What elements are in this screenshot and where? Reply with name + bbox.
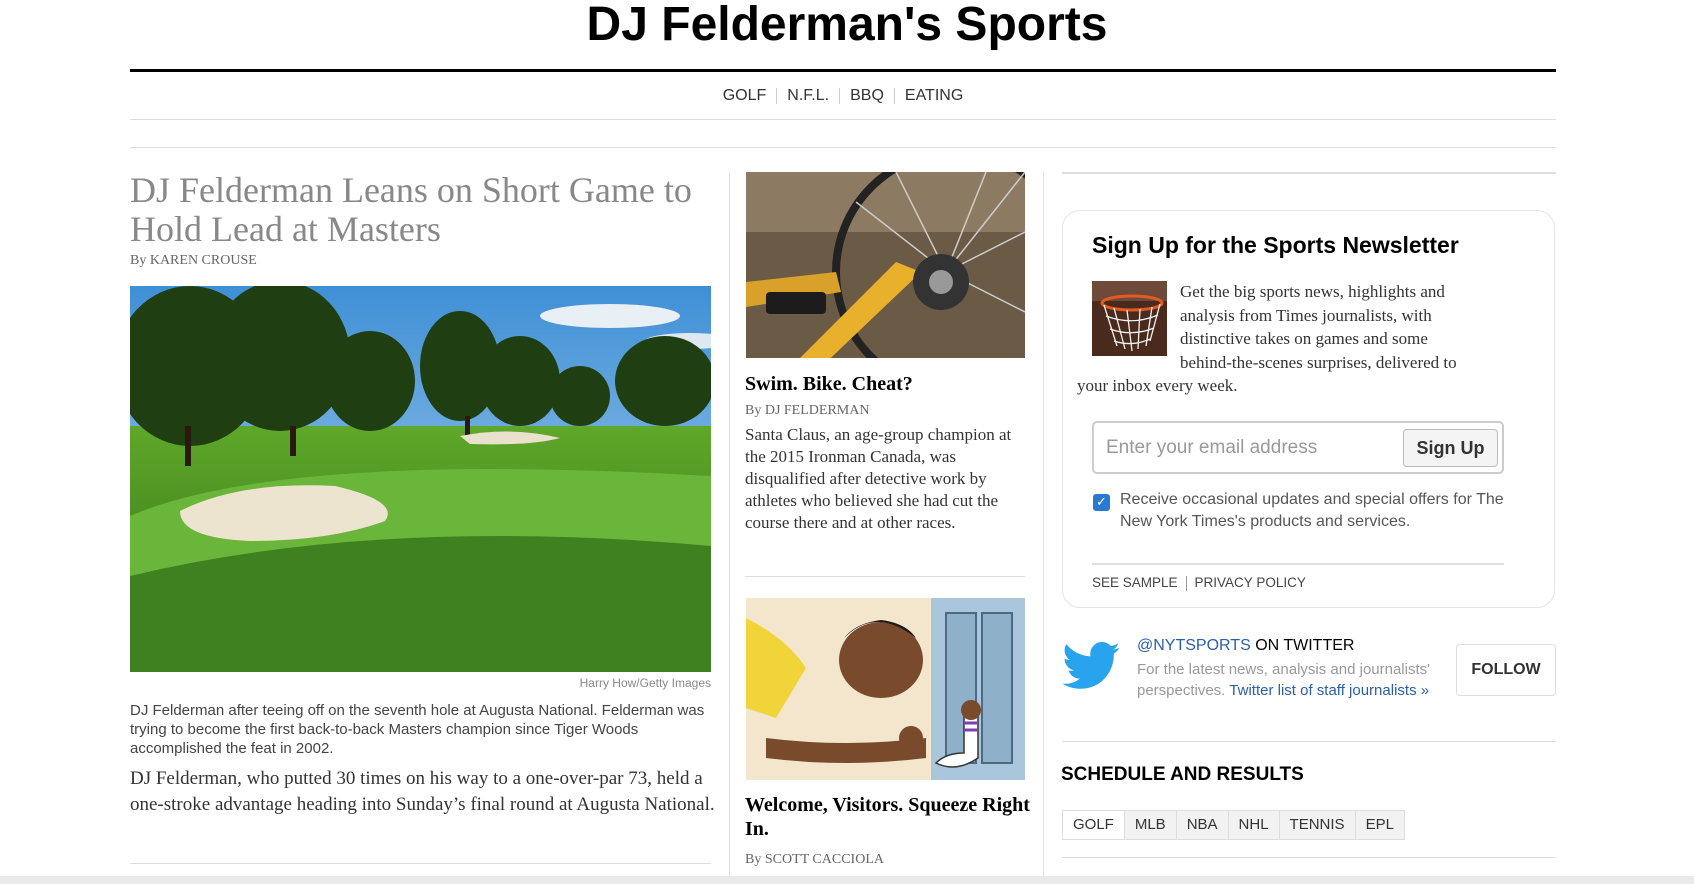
sidebar-divider	[1062, 741, 1556, 742]
story-summary: Santa Claus, an age-group champion at th…	[745, 425, 1012, 532]
column-divider	[729, 172, 730, 876]
newsletter-links: SEE SAMPLE PRIVACY POLICY	[1092, 575, 1306, 591]
newsletter-title: Sign Up for the Sports Newsletter	[1092, 232, 1459, 258]
tab-nhl[interactable]: NHL	[1227, 811, 1279, 839]
story-byline: By DJ FELDERMAN	[745, 403, 870, 418]
lead-byline: By KAREN CROUSE	[130, 253, 257, 268]
photo-caption: DJ Felderman after teeing off on the sev…	[130, 702, 705, 757]
bicycle-wheel-image	[746, 172, 1025, 358]
link-divider	[1185, 575, 1187, 591]
twitter-heading-suffix: ON TWITTER	[1250, 637, 1355, 654]
section-nav: GOLF N.F.L. BBQ EATING	[130, 84, 1556, 108]
newsletter-text-line: distinctive takes on games and some	[1180, 329, 1428, 348]
photo-credit: Harry How/Getty Images	[579, 676, 711, 690]
section-divider-line	[130, 147, 1556, 148]
tab-mlb[interactable]: MLB	[1123, 811, 1176, 839]
email-field[interactable]	[1106, 433, 1396, 463]
tab-nba[interactable]: NBA	[1175, 811, 1228, 839]
twitter-list-link[interactable]: Twitter list of staff journalists »	[1229, 682, 1429, 699]
lead-photo-golf-course[interactable]	[130, 286, 711, 672]
email-form: Sign Up	[1092, 421, 1504, 474]
twitter-bird-icon[interactable]	[1062, 642, 1120, 690]
nav-item-golf[interactable]: GOLF	[713, 87, 777, 104]
story-byline: By SCOTT CACCIOLA	[745, 852, 884, 867]
newsletter-box	[1062, 210, 1555, 608]
newsletter-description: Get the big sports news, highlights and …	[1077, 280, 1522, 398]
tab-golf[interactable]: GOLF	[1063, 811, 1124, 839]
nav-item-nfl[interactable]: N.F.L.	[777, 87, 839, 104]
follow-button[interactable]: FOLLOW	[1456, 644, 1556, 696]
see-sample-link[interactable]: SEE SAMPLE	[1092, 575, 1178, 590]
locker-illustration-image	[746, 598, 1025, 780]
lead-headline[interactable]: DJ Felderman Leans on Short Game to Hold…	[130, 171, 720, 249]
newsletter-text-line: your inbox every week.	[1077, 376, 1238, 395]
updates-checkbox-label[interactable]: Receive occasional updates and special o…	[1120, 489, 1520, 533]
twitter-handle-link[interactable]: @NYTSPORTS	[1137, 637, 1251, 654]
story-title[interactable]: Welcome, Visitors. Squeeze Right In.	[745, 793, 1035, 841]
updates-checkbox[interactable]: ✓	[1093, 494, 1110, 511]
story-divider	[745, 576, 1025, 577]
privacy-policy-link[interactable]: PRIVACY POLICY	[1195, 575, 1306, 590]
tab-epl[interactable]: EPL	[1354, 811, 1404, 839]
story-photo-bike[interactable]	[746, 172, 1025, 358]
schedule-title: SCHEDULE AND RESULTS	[1061, 764, 1304, 785]
newsletter-divider	[1092, 563, 1504, 565]
lead-summary: DJ Felderman, who putted 30 times on his…	[130, 768, 715, 815]
masthead-rule	[130, 69, 1556, 72]
story-title[interactable]: Swim. Bike. Cheat?	[745, 372, 913, 396]
twitter-heading: @NYTSPORTS ON TWITTER	[1137, 637, 1354, 655]
column-divider	[1043, 172, 1044, 876]
nav-item-bbq[interactable]: BBQ	[840, 87, 894, 104]
site-title[interactable]: DJ Felderman's Sports	[0, 0, 1694, 50]
nav-item-eating[interactable]: EATING	[895, 87, 973, 104]
newsletter-text-line: Get the big sports news, highlights and	[1180, 282, 1445, 301]
window-bottom-edge	[0, 876, 1694, 884]
sidebar-top-rule	[1062, 172, 1556, 174]
newsletter-text-line: analysis from Times journalists, with	[1180, 305, 1432, 325]
golf-course-image	[130, 286, 711, 672]
newsletter-text-line: behind-the-scenes surprises, delivered t…	[1180, 352, 1457, 372]
tab-tennis[interactable]: TENNIS	[1278, 811, 1355, 839]
lead-bottom-rule	[130, 863, 711, 864]
twitter-icon	[1062, 642, 1120, 689]
twitter-description: For the latest news, analysis and journa…	[1137, 659, 1455, 701]
schedule-divider	[1062, 857, 1556, 858]
sign-up-button[interactable]: Sign Up	[1403, 429, 1498, 467]
schedule-tabs: GOLF MLB NBA NHL TENNIS EPL	[1062, 810, 1405, 840]
story-photo-illustration[interactable]	[746, 598, 1025, 780]
nav-divider-line	[130, 119, 1556, 120]
